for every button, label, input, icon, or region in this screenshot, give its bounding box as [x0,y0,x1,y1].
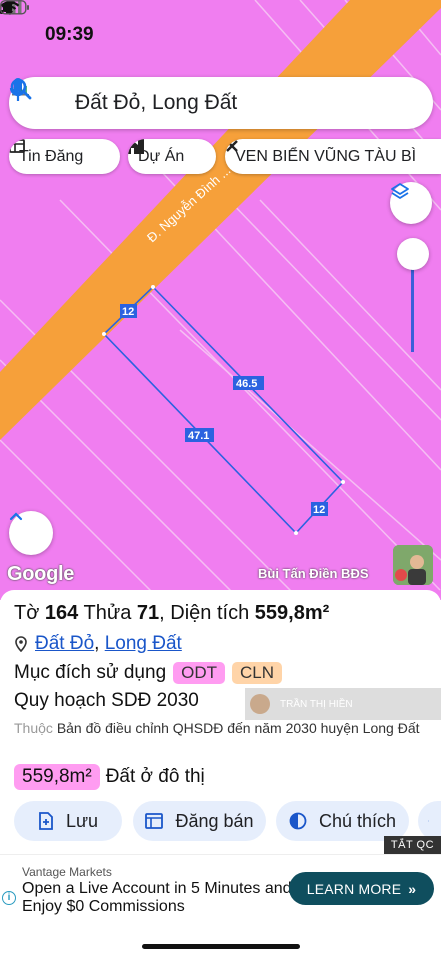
viewer-overlay: TRẦN THỊ HIỀN [245,688,441,720]
close-ad-button[interactable]: TẮT QC [384,836,441,854]
expand-sheet-button[interactable] [9,511,53,555]
tools-cross-icon [226,140,238,152]
chip-label: Tin Đăng [19,147,84,165]
plan-heading: Quy hoạch SDĐ 2030 [14,690,199,711]
parcel-title: Tờ 164 Thửa 71, Diện tích 559,8m² [14,602,330,624]
legend-button[interactable]: Chú thích [276,801,409,841]
layers-icon [391,183,409,199]
purpose-label: Mục đích sử dụng [14,662,167,683]
edge-label-bottom: 12 [313,504,325,516]
ad-banner[interactable]: i Vantage Markets Open a Live Account in… [0,854,441,922]
district-link[interactable]: Đất Đỏ [35,633,94,655]
ad-cta-label: LEARN MORE [306,880,402,897]
author-photo-image [393,545,433,585]
map-view[interactable]: Đ. Nguyễn Đình ... 12 46.5 47.1 12 09:39 [0,0,441,600]
land-use-purpose: Mục đích sử dụng ODT CLN [14,662,283,684]
legend-icon [289,812,307,830]
ad-brand: Vantage Markets [22,865,112,879]
microphone-icon[interactable] [9,77,27,103]
viewer-avatar [250,694,270,714]
zone-row: 559,8m² Đất ở đô thị [14,764,205,790]
ad-copy: Open a Live Account in 5 Minutes and Enj… [22,880,292,915]
search-bar[interactable]: Đất Đỏ, Long Đất [9,77,433,129]
ad-cta-button[interactable]: LEARN MORE » [289,872,434,905]
thua-value: 71 [136,602,160,624]
battery-icon [0,0,29,15]
status-bar: 09:39 [0,0,441,70]
ad-info-icon[interactable]: i [2,891,16,905]
chevron-up-icon [9,512,23,521]
save-plus-icon [39,812,53,830]
area-label: Diện tích [170,602,250,624]
edge-label-left: 47.1 [188,430,209,442]
chip-tin-dang[interactable]: Tin Đăng [9,139,120,174]
buildings-icon [128,139,144,154]
edge-label-top: 12 [122,306,134,318]
plan-source-text: Bản đồ điều chỉnh QHSDĐ đến năm 2030 huy… [56,720,420,736]
legend-label: Chú thích [318,810,397,831]
author-name: Bùi Tấn Điền BĐS [258,566,369,581]
post-for-sale-button[interactable]: Đăng bán [133,801,266,841]
edge-label-right: 46.5 [236,378,257,390]
location-pin-icon [15,636,27,652]
listing-icon [145,813,164,829]
thua-label: Thửa [83,602,132,624]
viewer-name: TRẦN THỊ HIỀN [280,698,353,710]
chip-label: Dự Án [138,147,185,165]
layers-button[interactable] [390,182,432,224]
zone-area-badge: 559,8m² [14,764,100,790]
chip-du-an[interactable]: Dự Án [128,139,216,174]
save-label: Lưu [65,810,99,831]
double-chevron-right-icon: » [408,880,417,897]
to-value: 164 [44,602,79,624]
province-link[interactable]: Long Đất [105,633,182,655]
author-avatar[interactable] [393,545,433,585]
purpose-tag-odt[interactable]: ODT [173,662,226,684]
search-query[interactable]: Đất Đỏ, Long Đất [75,91,237,115]
post-label: Đăng bán [175,810,254,831]
more-action-icon [428,820,429,822]
status-time: 09:39 [45,24,94,45]
plan-source: Thuộc Bản đồ điều chỉnh QHSDĐ đến năm 20… [14,718,434,738]
chip-label: VEN BIỂN VŨNG TÀU BÌ [235,147,417,165]
opacity-slider-thumb[interactable] [397,238,429,270]
zone-name: Đất ở đô thị [105,766,205,787]
chip-ven-bien[interactable]: VEN BIỂN VŨNG TÀU BÌ [225,139,441,174]
purpose-tag-cln[interactable]: CLN [232,662,283,684]
to-label: Tờ [14,602,40,624]
google-attribution: Google [7,563,75,585]
plan-source-prefix: Thuộc [14,720,53,736]
home-indicator [142,944,300,949]
newspaper-icon [9,139,25,153]
opacity-slider-track[interactable] [411,260,414,352]
parcel-location: Đất Đỏ, Long Đất [14,633,182,655]
area-value: 559,8m² [254,602,330,624]
save-button[interactable]: Lưu [14,801,122,841]
